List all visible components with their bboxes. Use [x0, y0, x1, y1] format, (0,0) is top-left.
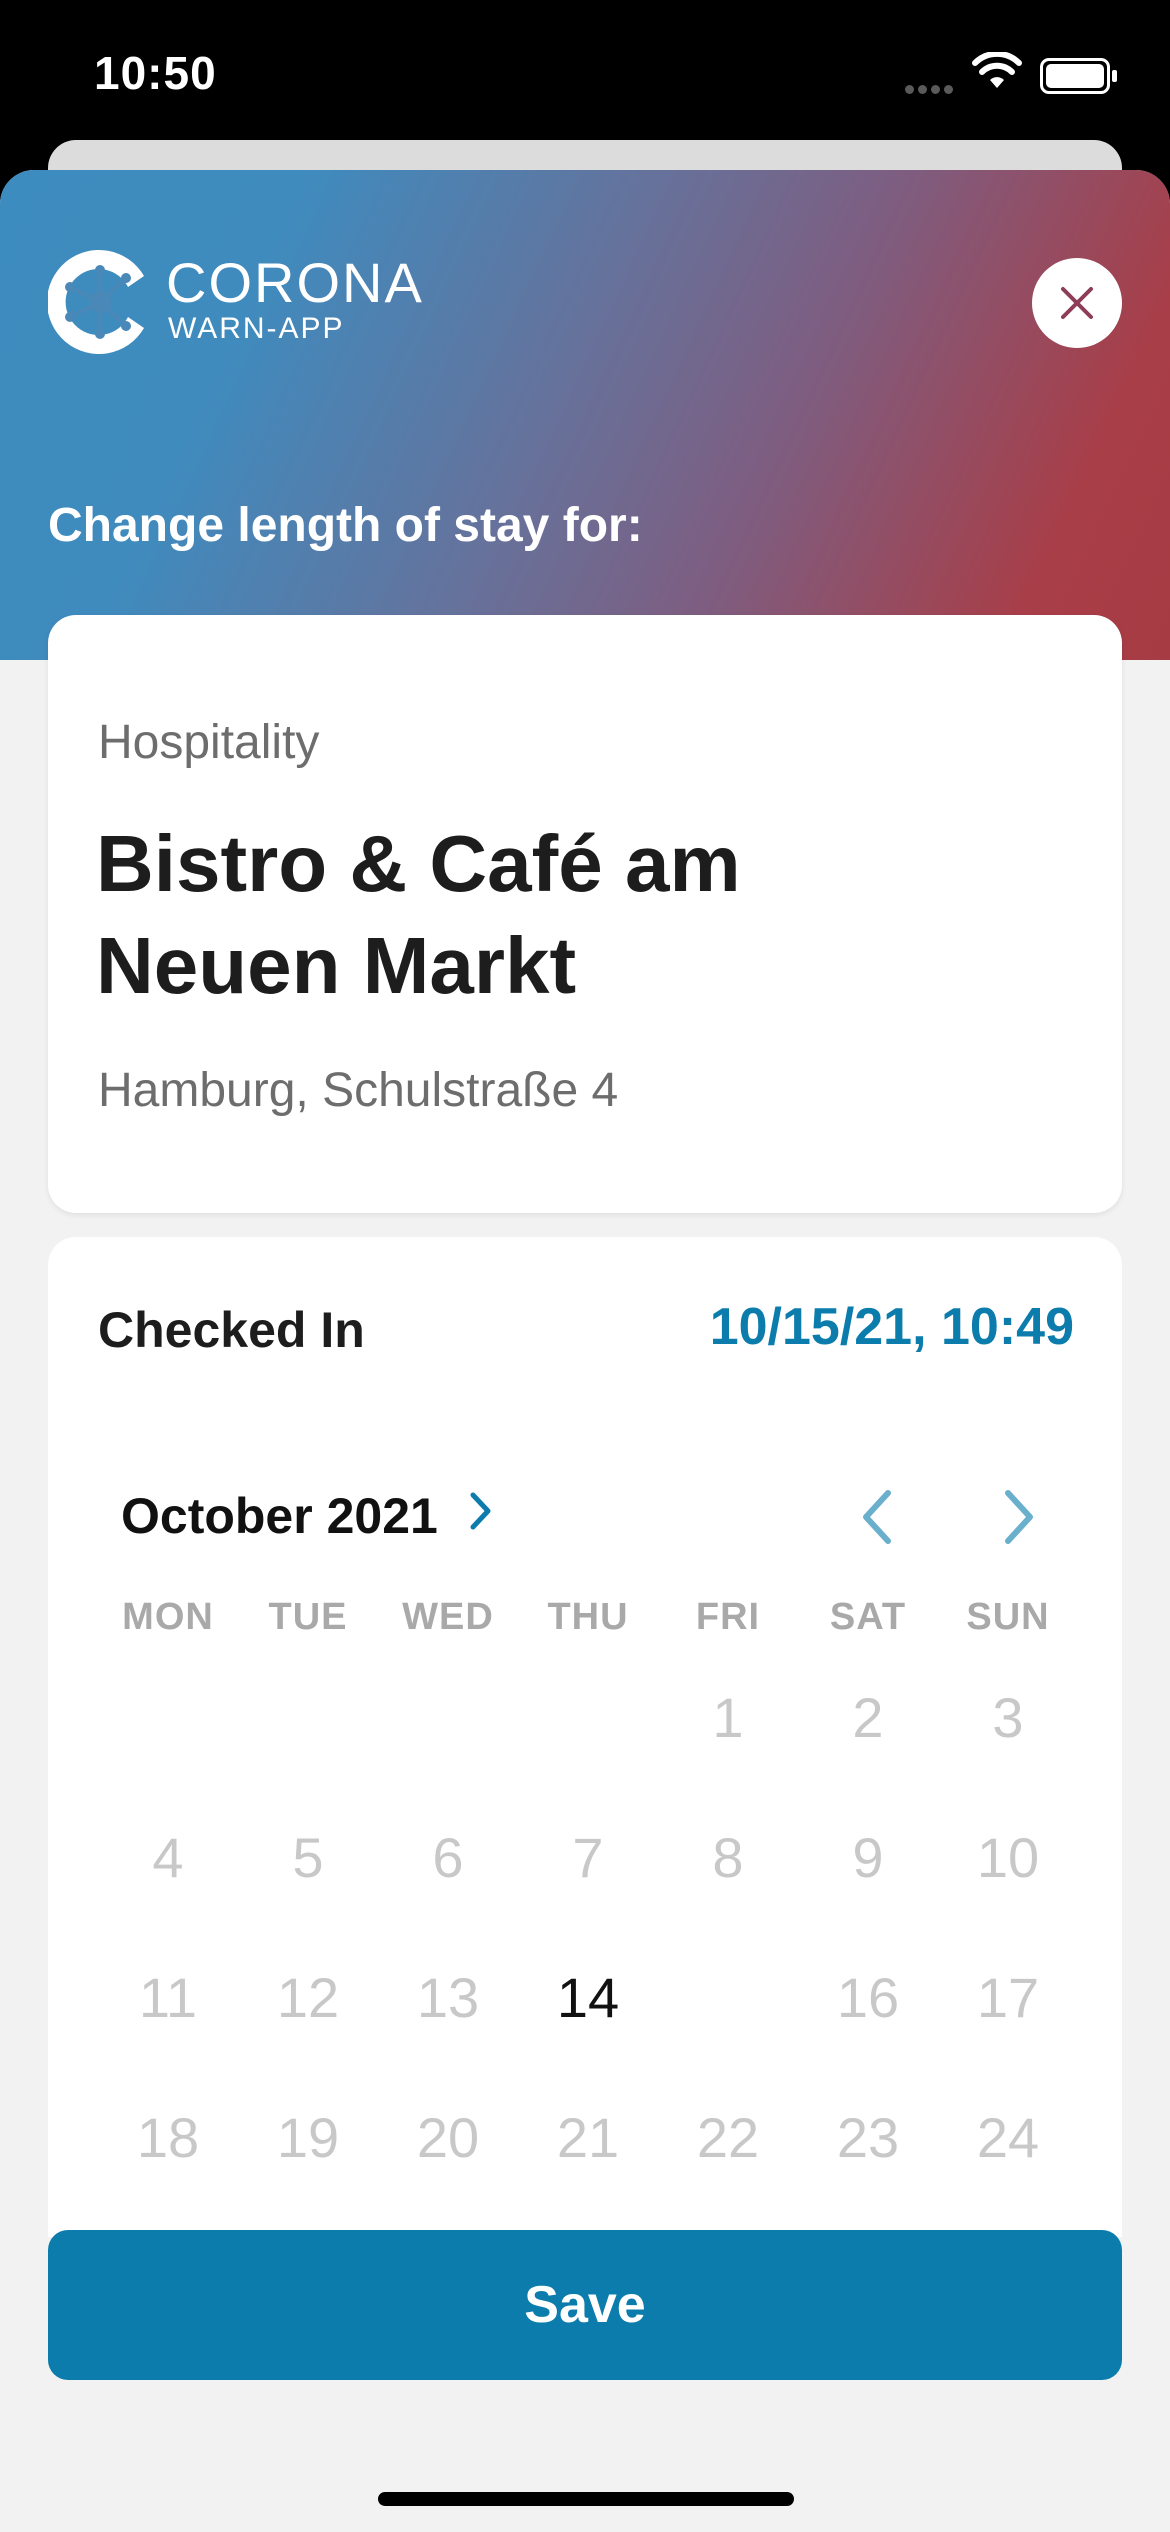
calendar-day[interactable]: 23 [798, 2105, 938, 2170]
calendar-day-label: 15 [693, 1962, 763, 2032]
calendar-day-label: 20 [416, 2105, 480, 2169]
calendar-day[interactable]: 9 [798, 1825, 938, 1890]
calendar-day-label: 10 [976, 1825, 1040, 1889]
calendar-day-label: 18 [136, 2105, 200, 2169]
calendar-day[interactable]: 4 [98, 1825, 238, 1890]
location-card: Hospitality Bistro & Café am Neuen Markt… [48, 615, 1122, 1213]
wifi-icon [972, 50, 1022, 95]
previous-month-button[interactable] [858, 1487, 898, 1547]
weekday-label: FRI [695, 1595, 761, 1638]
cellular-signal-icon [905, 81, 957, 99]
calendar-day[interactable]: 18 [98, 2105, 238, 2170]
close-icon [1061, 287, 1093, 319]
corona-warn-app-logo: CORONA WARN-APP [48, 242, 468, 372]
calendar-day[interactable]: 21 [518, 2105, 658, 2170]
calendar-day[interactable]: 3 [938, 1685, 1078, 1750]
calendar-day-label: 24 [976, 2105, 1040, 2169]
status-time: 10:50 [94, 47, 217, 99]
calendar-day-selected[interactable]: 15 [658, 1898, 798, 2033]
calendar-day[interactable]: 5 [238, 1825, 378, 1890]
calendar-grid: MON TUE WED THU FRI SAT SUN 1 2 3 4 5 6 7 8 9 10 11 12 13 1… [98, 1587, 1078, 2207]
checkin-label: Checked In [98, 1302, 365, 1358]
calendar-day-label: 23 [836, 2105, 900, 2169]
calendar-day-label: 19 [276, 2105, 340, 2169]
calendar-day-label: 7 [572, 1825, 604, 1889]
logo-title: CORONA [166, 251, 424, 314]
calendar-day[interactable]: 12 [238, 1965, 378, 2030]
logo-icon [48, 250, 144, 354]
weekday-label: SAT [829, 1595, 907, 1638]
calendar-day-label: 4 [152, 1825, 184, 1889]
calendar-day[interactable]: 16 [798, 1965, 938, 2030]
calendar-day-label: 17 [976, 1965, 1040, 2029]
calendar-week-row: 11 12 13 14 15 16 17 [98, 1898, 1078, 2067]
calendar-day[interactable]: 22 [658, 2105, 798, 2170]
checkin-datetime[interactable]: 10/15/21, 10:49 [710, 1297, 1074, 1357]
next-month-button[interactable] [998, 1487, 1038, 1547]
calendar-day[interactable]: 20 [378, 2105, 518, 2170]
calendar-day-label: 14 [556, 1965, 620, 2029]
calendar-day-label: 21 [556, 2105, 620, 2169]
calendar-day-label: 11 [138, 1965, 198, 2029]
close-button[interactable] [1032, 258, 1122, 348]
calendar-day-label: 2 [852, 1685, 884, 1749]
calendar-week-row: 4 5 6 7 8 9 10 [98, 1787, 1078, 1927]
calendar-day[interactable]: 24 [938, 2105, 1078, 2170]
status-bar: 10:50 [0, 0, 1170, 150]
weekday-label: WED [402, 1595, 494, 1638]
calendar-day-label: 9 [852, 1825, 884, 1889]
chevron-right-icon[interactable] [468, 1489, 494, 1533]
save-button[interactable]: Save [48, 2230, 1122, 2380]
calendar-day-label: 3 [992, 1685, 1024, 1749]
calendar-day-label: 22 [696, 2105, 760, 2169]
calendar-day[interactable]: 17 [938, 1965, 1078, 2030]
calendar-day-label: 1 [712, 1685, 744, 1749]
calendar-day[interactable]: 11 [98, 1965, 238, 2030]
home-indicator [378, 2492, 794, 2506]
page-title: Change length of stay for: [48, 499, 643, 552]
calendar-day[interactable]: 10 [938, 1825, 1078, 1890]
location-name: Bistro & Café am Neuen Markt [96, 819, 741, 1010]
calendar-week-row: 1 2 3 [98, 1647, 1078, 1787]
calendar-day[interactable]: 19 [238, 2105, 378, 2170]
calendar-day-label: 16 [836, 1965, 900, 2029]
calendar-day[interactable]: 8 [658, 1825, 798, 1890]
calendar-month-label[interactable]: October 2021 [121, 1487, 438, 1545]
calendar-day[interactable]: 1 [658, 1685, 798, 1750]
weekday-label: MON [122, 1595, 214, 1638]
calendar-day-label: 8 [712, 1825, 744, 1889]
weekday-label: SUN [966, 1595, 1050, 1638]
calendar-day-today[interactable]: 14 [518, 1965, 658, 2030]
checkin-card: Checked In 10/15/21, 10:49 October 2021 … [48, 1237, 1122, 2237]
calendar-day-label: 12 [276, 1965, 340, 2029]
modal-sheet: CORONA WARN-APP Change length of stay fo… [0, 170, 1170, 2532]
calendar-weekday-header: MON TUE WED THU FRI SAT SUN [98, 1587, 1078, 1647]
calendar-day[interactable]: 13 [378, 1965, 518, 2030]
calendar-day[interactable]: 7 [518, 1825, 658, 1890]
battery-icon [1040, 58, 1117, 94]
calendar-day[interactable]: 6 [378, 1825, 518, 1890]
weekday-label: TUE [268, 1595, 348, 1638]
calendar-day[interactable]: 2 [798, 1685, 938, 1750]
weekday-label: THU [547, 1595, 629, 1638]
calendar-day-label: 13 [416, 1965, 480, 2029]
calendar-day-label: 6 [432, 1825, 464, 1889]
location-type: Hospitality [98, 716, 320, 769]
calendar-week-row: 18 19 20 21 22 23 24 [98, 2067, 1078, 2207]
logo-subtitle: WARN-APP [168, 312, 345, 345]
calendar-day-label: 5 [292, 1825, 324, 1889]
location-address: Hamburg, Schulstraße 4 [98, 1064, 619, 1117]
